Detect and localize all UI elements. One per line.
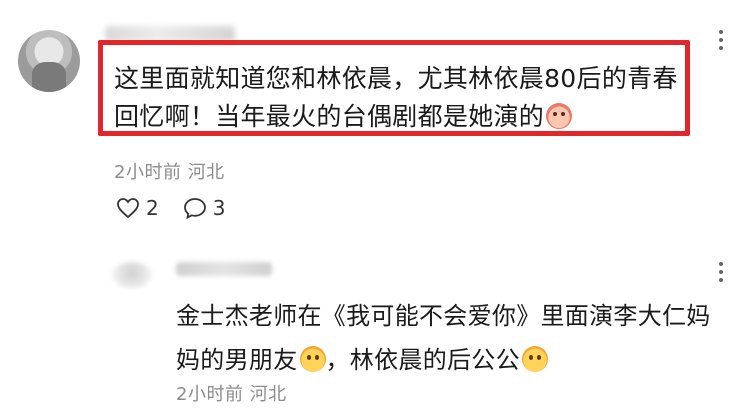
more-vertical-icon[interactable] [710, 262, 732, 286]
like-button[interactable]: 2 [116, 196, 159, 220]
avatar[interactable] [18, 30, 80, 92]
comment-body: 这里面就知道您和林依晨，尤其林依晨80后的青春回忆啊！当年最火的台偶剧都是她演的 [114, 60, 694, 136]
comment-time: 2小时前 [114, 162, 182, 183]
heart-outline-icon [117, 198, 139, 219]
comment-meta: 2小时前 河北 [114, 158, 225, 184]
comment-text: 这里面就知道您和林依晨，尤其林依晨80后的青春回忆啊！当年最火的台偶剧都是她演的 [114, 64, 678, 131]
reply-username-blurred[interactable] [176, 262, 272, 276]
like-count: 2 [146, 196, 159, 220]
shy-face-emoji-icon [546, 103, 573, 129]
comment-actions: 2 3 [116, 196, 249, 220]
more-vertical-icon[interactable] [710, 30, 732, 54]
reply-meta: 2小时前 河北 [176, 380, 287, 406]
smile-face-emoji-icon [521, 346, 548, 372]
reply-location: 河北 [249, 384, 287, 405]
reply-time: 2小时前 [176, 384, 244, 405]
reply-count: 3 [212, 196, 226, 220]
comment-location: 河北 [187, 162, 225, 183]
reply-button[interactable]: 3 [183, 196, 226, 220]
reply-text-part2: ，林依晨的后公公 [325, 346, 520, 374]
smile-face-emoji-icon [299, 346, 326, 372]
speech-bubble-icon [183, 198, 206, 219]
reply-body: 金士杰老师在《我可能不会爱你》里面演李大仁妈妈的男朋友 ，林依晨的后公公 [176, 294, 716, 382]
reply-avatar-blurred[interactable] [112, 262, 152, 288]
